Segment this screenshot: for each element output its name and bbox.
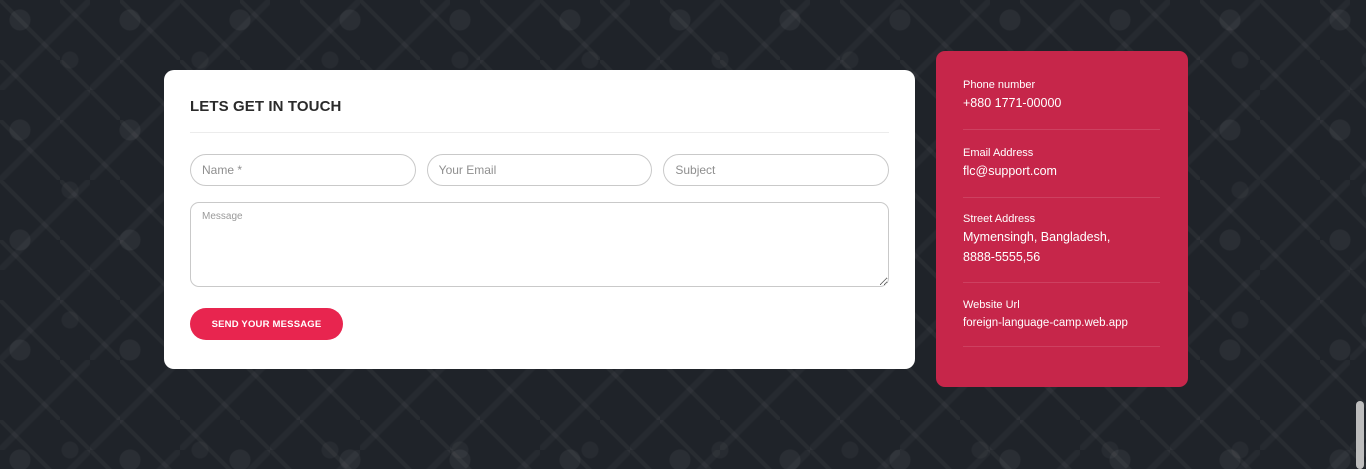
street-info: Street Address Mymensingh, Bangladesh, 8…: [963, 212, 1160, 283]
contact-fields-row: [190, 154, 890, 186]
phone-label: Phone number: [963, 79, 1036, 91]
title-divider: [190, 132, 889, 133]
street-label: Street Address: [963, 213, 1036, 225]
contact-form-card: LETS GET IN TOUCH SEND YOUR MESSAGE: [164, 70, 915, 369]
contact-info-panel: Phone number +880 1771-00000 Email Addre…: [936, 51, 1188, 387]
subject-input[interactable]: [663, 154, 890, 186]
email-label: Email Address: [963, 147, 1034, 159]
phone-info: Phone number +880 1771-00000: [963, 78, 1160, 130]
website-label: Website Url: [963, 299, 1020, 311]
email-value: flc@support.com: [963, 164, 1057, 178]
website-info: Website Url foreign-language-camp.web.ap…: [963, 298, 1160, 347]
website-value: foreign-language-camp.web.app: [963, 317, 1128, 329]
contact-form-title: LETS GET IN TOUCH: [190, 98, 342, 115]
email-info: Email Address flc@support.com: [963, 146, 1160, 198]
message-textarea[interactable]: [190, 202, 889, 287]
contact-page: { "contact_form": { "title": "LETS GET I…: [0, 0, 1366, 469]
name-input[interactable]: [190, 154, 416, 186]
email-input[interactable]: [426, 154, 653, 186]
send-message-button[interactable]: SEND YOUR MESSAGE: [190, 308, 343, 340]
street-line-2: 8888-5555,56: [963, 250, 1041, 264]
page-scrollbar[interactable]: [1356, 401, 1364, 469]
street-line-1: Mymensingh, Bangladesh,: [963, 230, 1111, 244]
phone-value: +880 1771-00000: [963, 96, 1062, 110]
